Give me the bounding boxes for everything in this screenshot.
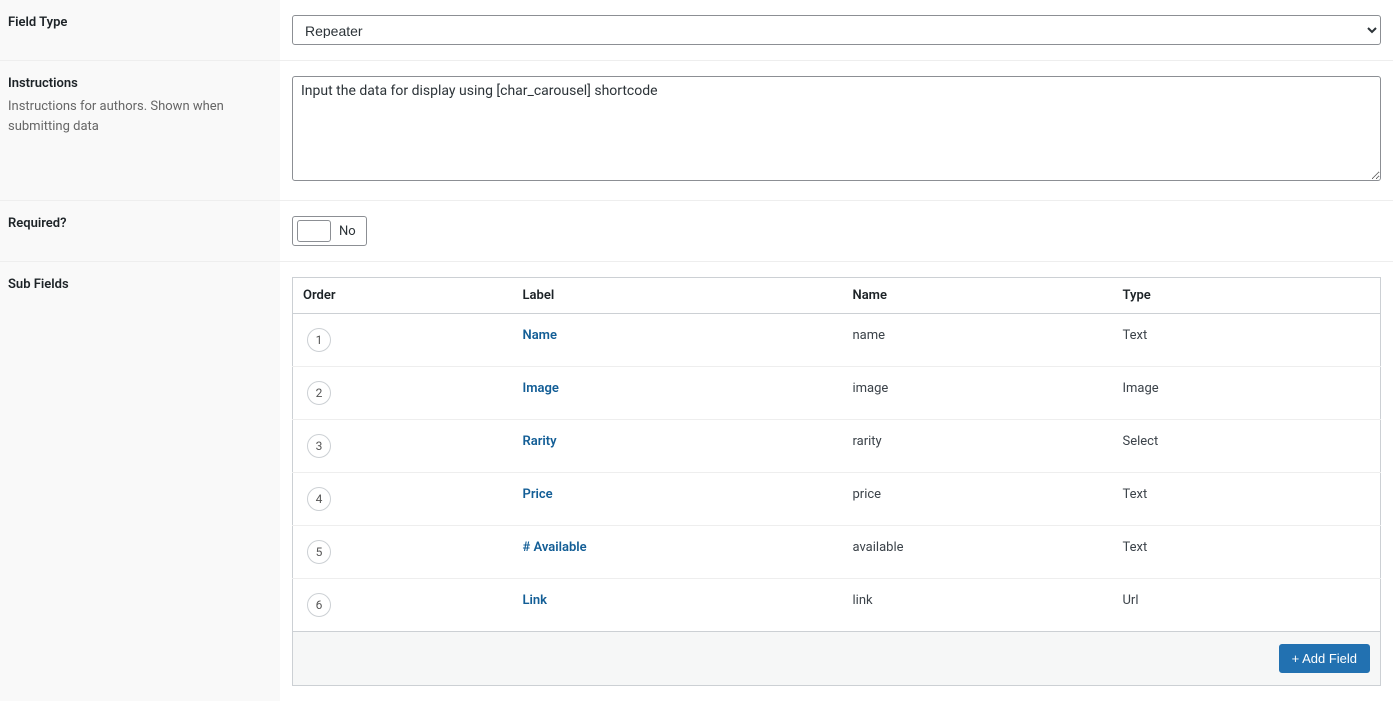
cell-type: Select (1113, 420, 1381, 473)
cell-type: Image (1113, 367, 1381, 420)
cell-name: rarity (843, 420, 1113, 473)
cell-name: price (843, 473, 1113, 526)
cell-order: 4 (293, 473, 513, 526)
cell-type: Text (1113, 473, 1381, 526)
cell-label: Link (513, 579, 843, 632)
row-body-instructions (280, 61, 1393, 200)
required-toggle[interactable]: No (292, 216, 367, 246)
cell-label: # Available (513, 526, 843, 579)
subfields-title: Sub Fields (8, 277, 268, 292)
header-name: Name (843, 278, 1113, 314)
cell-label: Price (513, 473, 843, 526)
row-field-type: Field Type Repeater (0, 0, 1393, 61)
row-label-subfields: Sub Fields (0, 262, 280, 701)
field-label-link[interactable]: Image (523, 381, 559, 396)
field-label-link[interactable]: # Available (523, 540, 587, 555)
cell-name: available (843, 526, 1113, 579)
row-required: Required? No (0, 201, 1393, 262)
table-row[interactable]: 5 # Available availableText (293, 526, 1381, 579)
instructions-textarea[interactable] (292, 76, 1381, 181)
table-footer: + Add Field (293, 632, 1381, 686)
table-row[interactable]: 1 Name nameText (293, 314, 1381, 367)
table-row[interactable]: 6 Link linkUrl (293, 579, 1381, 632)
field-label-link[interactable]: Link (523, 593, 548, 608)
table-row[interactable]: 3 Rarity raritySelect (293, 420, 1381, 473)
row-body-required: No (280, 201, 1393, 261)
row-label-required: Required? (0, 201, 280, 261)
add-field-button[interactable]: + Add Field (1279, 644, 1370, 673)
table-row[interactable]: 2ImageimageImage (293, 367, 1381, 420)
cell-type: Text (1113, 314, 1381, 367)
cell-label: Rarity (513, 420, 843, 473)
cell-name: image (843, 367, 1113, 420)
row-body-subfields: Order Label Name Type 1NamenameText2Imag… (280, 262, 1393, 701)
order-badge[interactable]: 6 (307, 593, 331, 617)
field-label-link[interactable]: Rarity (523, 434, 557, 449)
order-badge[interactable]: 1 (307, 328, 331, 352)
header-type: Type (1113, 278, 1381, 314)
order-badge[interactable]: 5 (307, 540, 331, 564)
cell-order: 5 (293, 526, 513, 579)
row-subfields: Sub Fields Order Label Name Type 1Namena… (0, 262, 1393, 701)
row-label-field-type: Field Type (0, 0, 280, 60)
cell-order: 2 (293, 367, 513, 420)
instructions-desc: Instructions for authors. Shown when sub… (8, 97, 268, 136)
instructions-title: Instructions (8, 76, 268, 91)
field-type-title: Field Type (8, 15, 268, 30)
subfields-table: Order Label Name Type 1NamenameText2Imag… (292, 277, 1381, 686)
cell-type: Url (1113, 579, 1381, 632)
field-label-link[interactable]: Name (523, 328, 557, 343)
header-order: Order (293, 278, 513, 314)
cell-label: Name (513, 314, 843, 367)
table-footer-cell: + Add Field (293, 632, 1381, 686)
row-label-instructions: Instructions Instructions for authors. S… (0, 61, 280, 200)
required-title: Required? (8, 216, 268, 231)
header-label: Label (513, 278, 843, 314)
order-badge[interactable]: 2 (307, 381, 331, 405)
cell-order: 1 (293, 314, 513, 367)
cell-name: name (843, 314, 1113, 367)
subfields-header-row: Order Label Name Type (293, 278, 1381, 314)
cell-order: 6 (293, 579, 513, 632)
cell-name: link (843, 579, 1113, 632)
cell-label: Image (513, 367, 843, 420)
row-body-field-type: Repeater (280, 0, 1393, 60)
cell-order: 3 (293, 420, 513, 473)
field-type-select[interactable]: Repeater (292, 15, 1381, 45)
field-label-link[interactable]: Price (523, 487, 553, 502)
toggle-handle (297, 220, 331, 242)
order-badge[interactable]: 3 (307, 434, 331, 458)
required-toggle-label: No (339, 224, 356, 239)
cell-type: Text (1113, 526, 1381, 579)
order-badge[interactable]: 4 (307, 487, 331, 511)
table-row[interactable]: 4 Price priceText (293, 473, 1381, 526)
row-instructions: Instructions Instructions for authors. S… (0, 61, 1393, 201)
